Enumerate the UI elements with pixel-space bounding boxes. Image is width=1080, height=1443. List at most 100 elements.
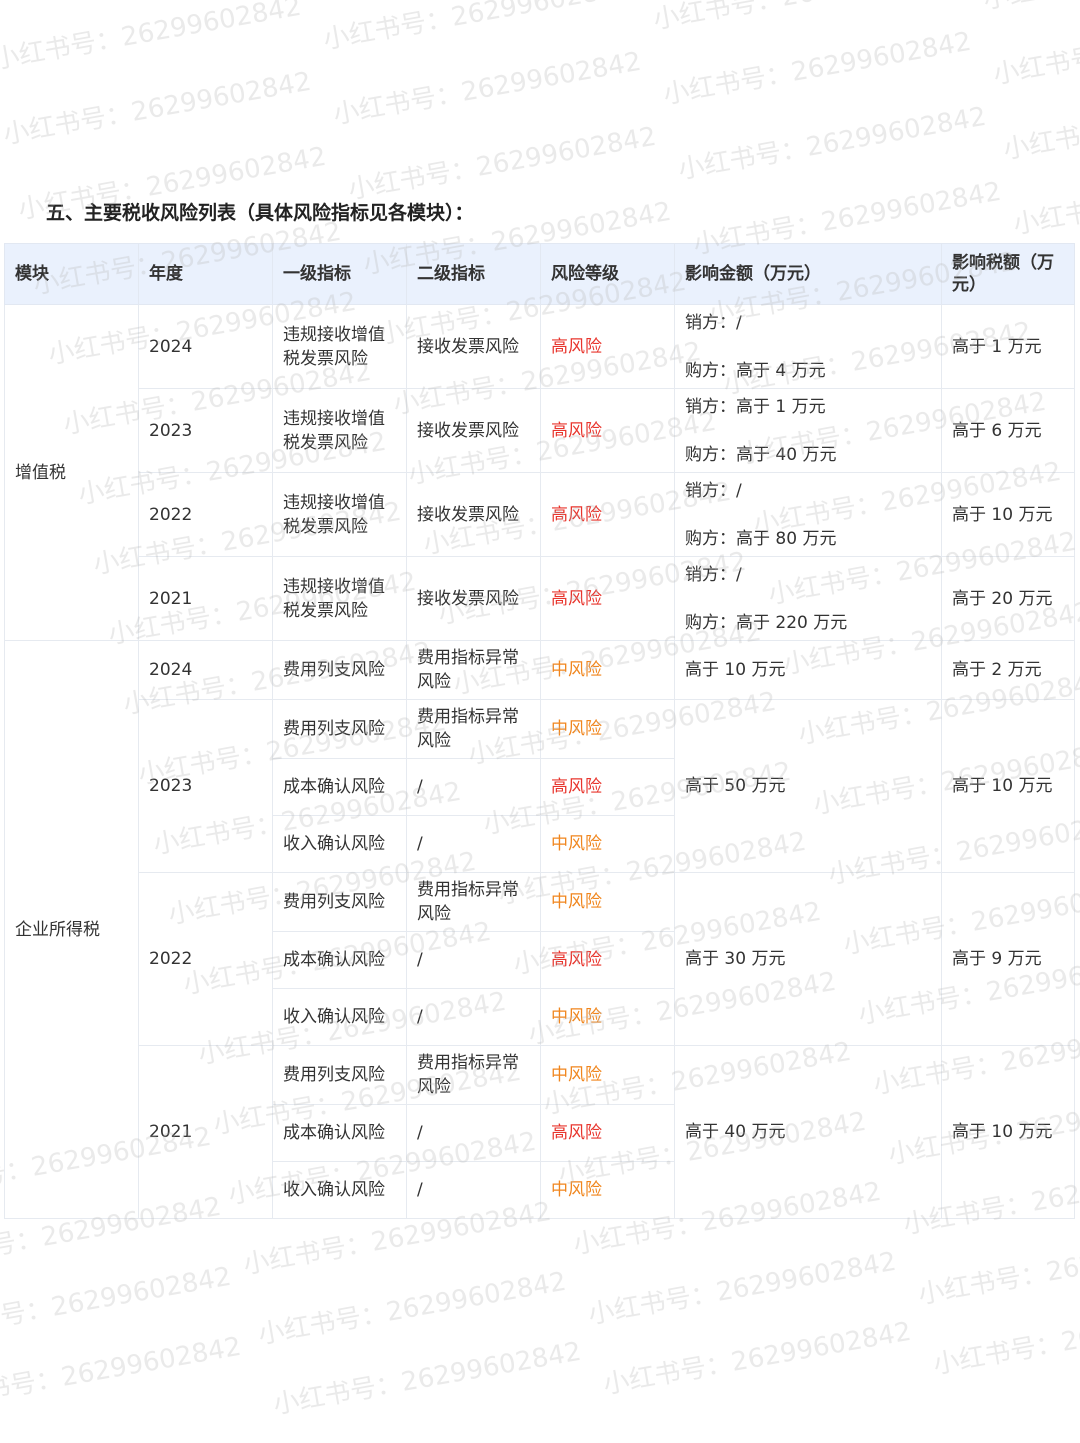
impact-amount-cell: 销方：/ 购方：高于 80 万元 [674,472,942,557]
level1-cell: 成本确认风险 [272,758,407,816]
seller-amount: 销方：高于 1 万元 [685,396,826,417]
level1-cell: 费用列支风险 [272,872,407,932]
watermark: 小红书号：26299602842 [980,0,1080,16]
level1-cell: 成本确认风险 [272,931,407,989]
table-row: 2023 费用列支风险 费用指标异常风险 中风险 高于 50 万元 高于 10 … [5,699,1075,873]
risk-level-cell: 中风险 [540,699,675,759]
year-cell: 2024 [138,640,273,700]
level2-cell: 费用指标异常风险 [406,699,541,759]
watermark: 小红书号：26299602842 [271,1336,584,1421]
section-title: 五、主要税收风险列表（具体风险指标见各模块）： [46,202,474,224]
watermark: 小红书号：26299602842 [331,46,644,131]
level2-cell: / [406,815,541,873]
level1-cell: 费用列支风险 [272,640,407,700]
watermark: 小红书号：26299602842 [916,1226,1080,1311]
year-cell: 2021 [138,1045,273,1219]
watermark: 小红书号：26299602842 [601,1316,914,1401]
year-cell: 2023 [138,388,273,473]
tax-risk-table: 模块 年度 一级指标 二级指标 风险等级 影响金额（万元） 影响税额（万元） 增… [4,243,1075,1219]
level2-cell: 接收发票风险 [406,388,541,473]
year-cell: 2022 [138,872,273,1046]
impact-amount-cell: 销方：/ 购方：高于 4 万元 [674,304,942,389]
header-impact-tax: 影响税额（万元） [941,243,1075,305]
risk-level-cell: 高风险 [540,931,675,989]
table-row: 2023 违规接收增值税发票风险 接收发票风险 高风险 销方：高于 1 万元 购… [5,388,1075,473]
header-level2-indicator: 二级指标 [406,243,541,305]
impact-tax-cell: 高于 9 万元 [941,872,1075,1046]
impact-tax-cell: 高于 6 万元 [941,388,1075,473]
impact-tax-cell: 高于 1 万元 [941,304,1075,389]
year-cell: 2024 [138,304,273,389]
level2-cell: 接收发票风险 [406,304,541,389]
year-cell: 2023 [138,699,273,873]
table-row: 增值税 2024 违规接收增值税发票风险 接收发票风险 高风险 销方：/ 购方：… [4,304,1075,641]
year-cell: 2021 [138,556,273,641]
level2-cell: / [406,988,541,1046]
level2-cell: 接收发票风险 [406,556,541,641]
level1-cell: 收入确认风险 [272,1161,407,1219]
impact-amount-cell: 高于 40 万元 [674,1045,942,1219]
risk-level-cell: 高风险 [540,472,675,557]
risk-level-cell: 中风险 [540,988,675,1046]
watermark: 小红书号：26299602842 [256,1266,569,1351]
watermark: 小红书号：26299602842 [0,0,304,76]
table-header-row: 模块 年度 一级指标 二级指标 风险等级 影响金额（万元） 影响税额（万元） [4,243,1075,305]
risk-level-cell: 高风险 [540,1104,675,1162]
level1-cell: 违规接收增值税发票风险 [272,304,407,389]
table-row: 2022 违规接收增值税发票风险 接收发票风险 高风险 销方：/ 购方：高于 8… [5,472,1075,557]
table-row: 企业所得税 2024 费用列支风险 费用指标异常风险 中风险 高于 10 万元 … [4,640,1075,1219]
buyer-amount: 购方：高于 80 万元 [685,528,837,549]
watermark: 小红书号：26299602842 [1,66,314,151]
header-module: 模块 [4,243,139,305]
header-risk-level: 风险等级 [540,243,675,305]
watermark: 小红书号：26299602842 [1011,156,1080,241]
level2-cell: / [406,758,541,816]
level1-cell: 违规接收增值税发票风险 [272,556,407,641]
risk-level-cell: 高风险 [540,556,675,641]
table-row: 2021 费用列支风险 费用指标异常风险 中风险 高于 40 万元 高于 10 … [5,1045,1075,1219]
level2-cell: / [406,931,541,989]
level1-cell: 成本确认风险 [272,1104,407,1162]
risk-level-cell: 中风险 [540,815,675,873]
level1-cell: 收入确认风险 [272,988,407,1046]
module-cell: 增值税 [4,304,139,641]
seller-amount: 销方：/ [685,564,742,585]
level2-cell: / [406,1104,541,1162]
header-level1-indicator: 一级指标 [272,243,407,305]
header-year: 年度 [138,243,273,305]
watermark: 小红书号：26299602842 [650,0,964,36]
impact-amount-cell: 高于 10 万元 [674,640,942,700]
level2-cell: 费用指标异常风险 [406,640,541,700]
watermark: 小红书号：26299602842 [1001,81,1080,166]
watermark: 小红书号：26299602842 [931,1296,1080,1381]
watermark: 小红书号：26299602842 [991,6,1080,91]
table-row: 2022 费用列支风险 费用指标异常风险 中风险 高于 30 万元 高于 9 万… [5,872,1075,1046]
header-impact-amount: 影响金额（万元） [674,243,942,305]
seller-amount: 销方：/ [685,480,742,501]
level1-cell: 违规接收增值税发票风险 [272,388,407,473]
level2-cell: 接收发票风险 [406,472,541,557]
table-row: 2021 违规接收增值税发票风险 接收发票风险 高风险 销方：/ 购方：高于 2… [5,556,1075,641]
module-cell: 企业所得税 [4,640,139,1219]
watermark: 小红书号：26299602842 [661,26,974,111]
impact-tax-cell: 高于 10 万元 [941,699,1075,873]
risk-level-cell: 中风险 [540,1045,675,1105]
impact-tax-cell: 高于 10 万元 [941,1045,1075,1219]
risk-level-cell: 中风险 [540,640,675,700]
seller-amount: 销方：/ [685,312,742,333]
level2-cell: / [406,1161,541,1219]
watermark: 小红书号：26299602842 [586,1246,899,1331]
impact-tax-cell: 高于 10 万元 [941,472,1075,557]
risk-level-cell: 高风险 [540,388,675,473]
watermark: 小红书号：26299602842 [0,1331,244,1416]
watermark: 小红书号：26299602842 [0,1261,234,1346]
level1-cell: 违规接收增值税发票风险 [272,472,407,557]
year-cell: 2022 [138,472,273,557]
impact-amount-cell: 高于 30 万元 [674,872,942,1046]
level2-cell: 费用指标异常风险 [406,1045,541,1105]
buyer-amount: 购方：高于 4 万元 [685,360,826,381]
impact-tax-cell: 高于 20 万元 [941,556,1075,641]
risk-level-cell: 高风险 [540,304,675,389]
buyer-amount: 购方：高于 220 万元 [685,612,848,633]
watermark: 小红书号：26299602842 [346,121,659,206]
